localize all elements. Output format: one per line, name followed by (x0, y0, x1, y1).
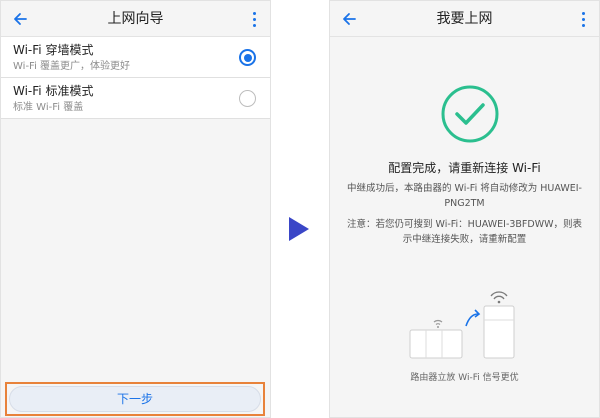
checkmark-icon (441, 85, 499, 143)
radio-icon[interactable] (239, 90, 256, 107)
wifi-icon (433, 319, 443, 328)
mode-list: Wi-Fi 穿墙模式 Wi-Fi 覆盖更广，体验更好 Wi-Fi 标准模式 标准… (1, 37, 270, 119)
next-button[interactable]: 下一步 (9, 386, 261, 412)
wifi-icon (490, 291, 508, 304)
router-placement-illustration (409, 291, 515, 359)
mode-option-standard[interactable]: Wi-Fi 标准模式 标准 Wi-Fi 覆盖 (1, 78, 270, 119)
mode-label: Wi-Fi 穿墙模式 (13, 43, 94, 57)
more-menu-button[interactable] (573, 6, 593, 32)
mode-option-wall-penetration[interactable]: Wi-Fi 穿墙模式 Wi-Fi 覆盖更广，体验更好 (1, 37, 270, 78)
success-message: 中继成功后，本路由器的 Wi-Fi 将自动修改为 HUAWEI-PNG2TM (347, 183, 582, 209)
radio-icon[interactable] (239, 49, 256, 66)
result-screen: 我要上网 配置完成，请重新连接 Wi-Fi 中继成功后，本路由器的 Wi-Fi … (329, 0, 600, 418)
success-title: 配置完成，请重新连接 Wi-Fi (388, 161, 541, 175)
mode-label: Wi-Fi 标准模式 (13, 84, 94, 98)
more-vert-icon (581, 10, 585, 28)
more-vert-icon (252, 10, 256, 28)
play-arrow-icon (289, 217, 309, 241)
app-bar: 我要上网 (330, 1, 599, 37)
failure-note: 注意：若您仍可搜到 Wi-Fi：HUAWEI-3BFDWW，则表示中继连接失败，… (346, 219, 582, 245)
wizard-screen: 上网向导 Wi-Fi 穿墙模式 Wi-Fi 覆盖更广，体验更好 Wi-Fi 标准… (0, 0, 271, 418)
page-title: 上网向导 (107, 11, 164, 27)
more-menu-button[interactable] (244, 6, 264, 32)
mode-description: Wi-Fi 覆盖更广，体验更好 (13, 61, 131, 72)
mode-description: 标准 Wi-Fi 覆盖 (13, 102, 84, 113)
page-title: 我要上网 (436, 11, 493, 27)
app-bar: 上网向导 (1, 1, 270, 37)
illustration-caption: 路由器立放 Wi-Fi 信号更优 (410, 373, 519, 383)
